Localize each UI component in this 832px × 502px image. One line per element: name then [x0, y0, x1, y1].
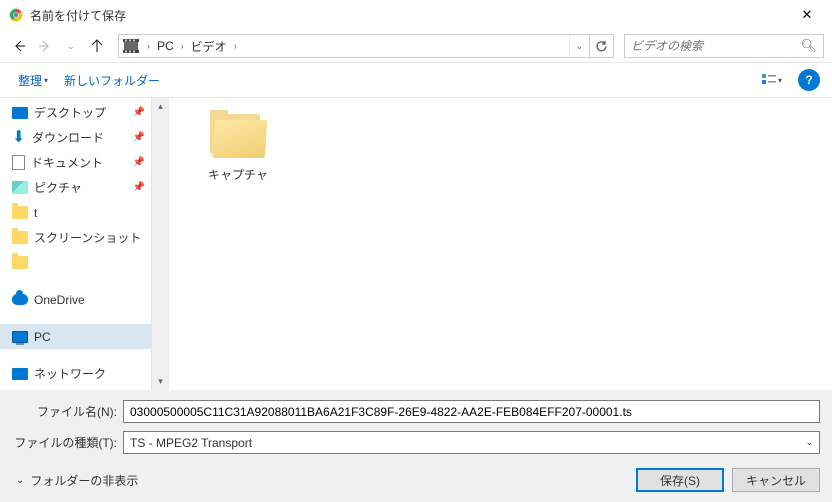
folder-icon: [208, 110, 268, 158]
folder-icon: [12, 231, 28, 244]
pin-icon: 📌: [133, 132, 145, 143]
chevron-right-icon[interactable]: ›: [143, 41, 154, 51]
save-button[interactable]: 保存(S): [636, 468, 724, 492]
chevron-down-icon: ⌄: [16, 475, 24, 486]
up-button[interactable]: [86, 35, 108, 57]
tree-downloads[interactable]: ⬇ダウンロード📌: [0, 125, 151, 150]
hide-folders-toggle[interactable]: ⌄ フォルダーの非表示: [12, 472, 138, 489]
file-list[interactable]: キャプチャ: [169, 98, 832, 390]
desktop-icon: [12, 107, 28, 119]
breadcrumb-pc[interactable]: PC: [154, 39, 177, 53]
address-bar[interactable]: › PC › ビデオ › ⌄: [118, 34, 614, 58]
recent-dropdown[interactable]: ⌄: [60, 35, 82, 57]
tree-blank-folder[interactable]: [0, 250, 151, 275]
breadcrumb-videos[interactable]: ビデオ: [188, 38, 230, 55]
tree-onedrive[interactable]: OneDrive: [0, 287, 151, 312]
folder-label: キャプチャ: [193, 166, 283, 183]
cancel-button[interactable]: キャンセル: [732, 468, 820, 492]
navigation-tree[interactable]: デスクトップ📌 ⬇ダウンロード📌 ドキュメント📌 ピクチャ📌 t スクリーンショ…: [0, 98, 152, 390]
filetype-label: ファイルの種類(T):: [12, 434, 117, 451]
folder-icon: [12, 256, 28, 269]
tree-scrollbar[interactable]: ▴ ▾: [152, 98, 169, 390]
folder-icon: [12, 206, 28, 219]
refresh-button[interactable]: [589, 35, 613, 57]
scroll-up[interactable]: ▴: [152, 98, 169, 115]
pin-icon: 📌: [133, 157, 145, 168]
download-icon: ⬇: [12, 131, 26, 145]
tree-documents[interactable]: ドキュメント📌: [0, 150, 151, 175]
document-icon: [12, 155, 25, 170]
chrome-icon: [8, 7, 24, 23]
new-folder-button[interactable]: 新しいフォルダー: [58, 68, 166, 93]
view-options-button[interactable]: ▾: [756, 68, 788, 92]
back-button[interactable]: [8, 35, 30, 57]
help-button[interactable]: ?: [798, 69, 820, 91]
search-box[interactable]: 🔍︎: [624, 34, 824, 58]
filetype-select[interactable]: TS - MPEG2 Transport⌄: [123, 431, 820, 454]
chevron-down-icon: ⌄: [805, 437, 813, 448]
search-input[interactable]: [631, 39, 800, 53]
scroll-down[interactable]: ▾: [152, 373, 169, 390]
address-history-dropdown[interactable]: ⌄: [569, 35, 589, 57]
pictures-icon: [12, 181, 28, 194]
onedrive-icon: [12, 294, 28, 305]
pin-icon: 📌: [133, 182, 145, 193]
chevron-right-icon[interactable]: ›: [230, 41, 241, 51]
filename-label: ファイル名(N):: [12, 403, 117, 420]
folder-item[interactable]: キャプチャ: [193, 110, 283, 183]
tree-screenshots[interactable]: スクリーンショット: [0, 225, 151, 250]
window-title: 名前を付けて保存: [30, 7, 784, 24]
tree-network[interactable]: ネットワーク: [0, 361, 151, 386]
pin-icon: 📌: [133, 107, 145, 118]
videos-location-icon: [121, 36, 141, 56]
forward-button[interactable]: [34, 35, 56, 57]
pc-icon: [12, 331, 28, 343]
tree-t[interactable]: t: [0, 200, 151, 225]
tree-desktop[interactable]: デスクトップ📌: [0, 100, 151, 125]
close-button[interactable]: ✕: [784, 0, 830, 30]
search-icon[interactable]: 🔍︎: [800, 38, 817, 54]
filename-input[interactable]: [123, 400, 820, 423]
chevron-right-icon[interactable]: ›: [177, 41, 188, 51]
organize-menu[interactable]: 整理▾: [12, 68, 54, 93]
network-icon: [12, 368, 28, 380]
tree-pc[interactable]: PC: [0, 324, 151, 349]
tree-pictures[interactable]: ピクチャ📌: [0, 175, 151, 200]
